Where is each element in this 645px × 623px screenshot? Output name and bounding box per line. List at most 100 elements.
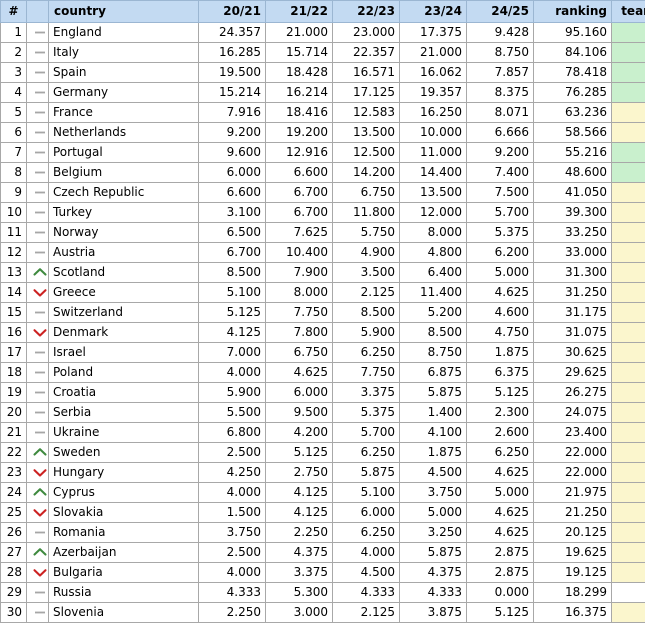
table-row[interactable]: 14Greece5.1008.0002.12511.4004.62531.250…: [1, 283, 645, 303]
table-row[interactable]: 8Belgium6.0006.60014.20014.4007.40048.60…: [1, 163, 645, 183]
column-header-2021-22[interactable]: 21/22: [266, 1, 333, 23]
column-header-ranking[interactable]: ranking: [534, 1, 612, 23]
trend-unchanged-icon: [31, 244, 49, 261]
cell-rank: 16: [1, 323, 27, 343]
trend-unchanged-icon: [31, 224, 49, 241]
table-row[interactable]: 4Germany15.21416.21417.12519.3578.37576.…: [1, 83, 645, 103]
cell-season-22-23: 12.500: [333, 143, 400, 163]
cell-country[interactable]: Portugal: [49, 143, 199, 163]
cell-country[interactable]: Norway: [49, 223, 199, 243]
table-row[interactable]: 6Netherlands9.20019.20013.50010.0006.666…: [1, 123, 645, 143]
table-row[interactable]: 19Croatia5.9006.0003.3755.8755.12526.275…: [1, 383, 645, 403]
column-header-2022-23[interactable]: 22/23: [333, 1, 400, 23]
cell-country[interactable]: Switzerland: [49, 303, 199, 323]
cell-season-22-23: 12.583: [333, 103, 400, 123]
column-header-rank[interactable]: #: [1, 1, 27, 23]
table-row[interactable]: 28Bulgaria4.0003.3754.5004.3752.87519.12…: [1, 563, 645, 583]
column-header-country[interactable]: country: [49, 1, 199, 23]
table-row[interactable]: 13Scotland8.5007.9003.5006.4005.00031.30…: [1, 263, 645, 283]
table-row[interactable]: 7Portugal9.60012.91612.50011.0009.20055.…: [1, 143, 645, 163]
cell-season-23-24: 3.750: [400, 483, 467, 503]
table-row[interactable]: 1England24.35721.00023.00017.3759.42895.…: [1, 23, 645, 43]
table-row[interactable]: 25Slovakia1.5004.1256.0005.0004.62521.25…: [1, 503, 645, 523]
table-row[interactable]: 20Serbia5.5009.5005.3751.4002.30024.0752…: [1, 403, 645, 423]
table-row[interactable]: 9Czech Republic6.6006.7006.75013.5007.50…: [1, 183, 645, 203]
cell-country[interactable]: France: [49, 103, 199, 123]
cell-ranking: 21.250: [534, 503, 612, 523]
cell-country[interactable]: Israel: [49, 343, 199, 363]
cell-country[interactable]: Czech Republic: [49, 183, 199, 203]
table-row[interactable]: 18Poland4.0004.6257.7506.8756.37529.6252…: [1, 363, 645, 383]
cell-country[interactable]: Denmark: [49, 323, 199, 343]
cell-country[interactable]: Austria: [49, 243, 199, 263]
table-row[interactable]: 10Turkey3.1006.70011.80012.0005.70039.30…: [1, 203, 645, 223]
cell-country[interactable]: Sweden: [49, 443, 199, 463]
table-row[interactable]: 29Russia4.3335.3004.3334.3330.00018.2990: [1, 583, 645, 603]
table-row[interactable]: 22Sweden2.5005.1256.2501.8756.25022.0003…: [1, 443, 645, 463]
table-row[interactable]: 16Denmark4.1257.8005.9008.5004.75031.075…: [1, 323, 645, 343]
cell-trend: [27, 183, 49, 203]
column-header-2023-24[interactable]: 23/24: [400, 1, 467, 23]
table-row[interactable]: 3Spain19.50018.42816.57116.0627.85778.41…: [1, 63, 645, 83]
cell-teams: 1/ 4: [612, 463, 645, 483]
cell-season-20-21: 4.125: [199, 323, 266, 343]
cell-rank: 19: [1, 383, 27, 403]
cell-season-22-23: 5.100: [333, 483, 400, 503]
cell-season-20-21: 7.000: [199, 343, 266, 363]
cell-country[interactable]: Serbia: [49, 403, 199, 423]
cell-country[interactable]: Slovakia: [49, 503, 199, 523]
cell-season-21-22: 6.700: [266, 183, 333, 203]
cell-season-20-21: 15.214: [199, 83, 266, 103]
trend-up-icon: [31, 444, 49, 461]
cell-season-22-23: 3.500: [333, 263, 400, 283]
cell-rank: 27: [1, 543, 27, 563]
table-row[interactable]: 27Azerbaijan2.5004.3754.0005.8752.87519.…: [1, 543, 645, 563]
cell-season-21-22: 6.000: [266, 383, 333, 403]
table-row[interactable]: 5France7.91618.41612.58316.2508.07163.23…: [1, 103, 645, 123]
cell-country[interactable]: Hungary: [49, 463, 199, 483]
cell-country[interactable]: Belgium: [49, 163, 199, 183]
table-row[interactable]: 21Ukraine6.8004.2005.7004.1002.60023.400…: [1, 423, 645, 443]
cell-ranking: 31.250: [534, 283, 612, 303]
cell-country[interactable]: Bulgaria: [49, 563, 199, 583]
cell-country[interactable]: England: [49, 23, 199, 43]
table-row[interactable]: 26Romania3.7502.2506.2503.2504.62520.125…: [1, 523, 645, 543]
column-header-2024-25[interactable]: 24/25: [467, 1, 534, 23]
cell-country[interactable]: Germany: [49, 83, 199, 103]
cell-country[interactable]: Scotland: [49, 263, 199, 283]
trend-down-icon: [31, 504, 49, 521]
cell-country[interactable]: Netherlands: [49, 123, 199, 143]
table-row[interactable]: 24Cyprus4.0004.1255.1003.7505.00021.9753…: [1, 483, 645, 503]
table-row[interactable]: 12Austria6.70010.4004.9004.8006.20033.00…: [1, 243, 645, 263]
table-row[interactable]: 15Switzerland5.1257.7508.5005.2004.60031…: [1, 303, 645, 323]
cell-rank: 29: [1, 583, 27, 603]
cell-country[interactable]: Ukraine: [49, 423, 199, 443]
cell-country[interactable]: Croatia: [49, 383, 199, 403]
cell-country[interactable]: Poland: [49, 363, 199, 383]
cell-country[interactable]: Italy: [49, 43, 199, 63]
column-header-teams[interactable]: teams: [612, 1, 645, 23]
cell-country[interactable]: Azerbaijan: [49, 543, 199, 563]
cell-country[interactable]: Romania: [49, 523, 199, 543]
cell-rank: 8: [1, 163, 27, 183]
cell-season-23-24: 13.500: [400, 183, 467, 203]
trend-unchanged-icon: [31, 144, 49, 161]
cell-ranking: 31.075: [534, 323, 612, 343]
table-row[interactable]: 17Israel7.0006.7506.2508.7501.87530.6251…: [1, 343, 645, 363]
cell-season-24-25: 9.428: [467, 23, 534, 43]
cell-country[interactable]: Greece: [49, 283, 199, 303]
trend-up-icon: [31, 544, 49, 561]
cell-country[interactable]: Russia: [49, 583, 199, 603]
cell-ranking: 20.125: [534, 523, 612, 543]
trend-unchanged-icon: [31, 44, 49, 61]
cell-trend: [27, 203, 49, 223]
cell-country[interactable]: Turkey: [49, 203, 199, 223]
table-row[interactable]: 2Italy16.28515.71422.35721.0008.75084.10…: [1, 43, 645, 63]
cell-country[interactable]: Cyprus: [49, 483, 199, 503]
cell-trend: [27, 403, 49, 423]
column-header-2020-21[interactable]: 20/21: [199, 1, 266, 23]
table-row[interactable]: 23Hungary4.2502.7505.8754.5004.62522.000…: [1, 463, 645, 483]
cell-rank: 7: [1, 143, 27, 163]
cell-country[interactable]: Spain: [49, 63, 199, 83]
table-row[interactable]: 11Norway6.5007.6255.7508.0005.37533.2502…: [1, 223, 645, 243]
